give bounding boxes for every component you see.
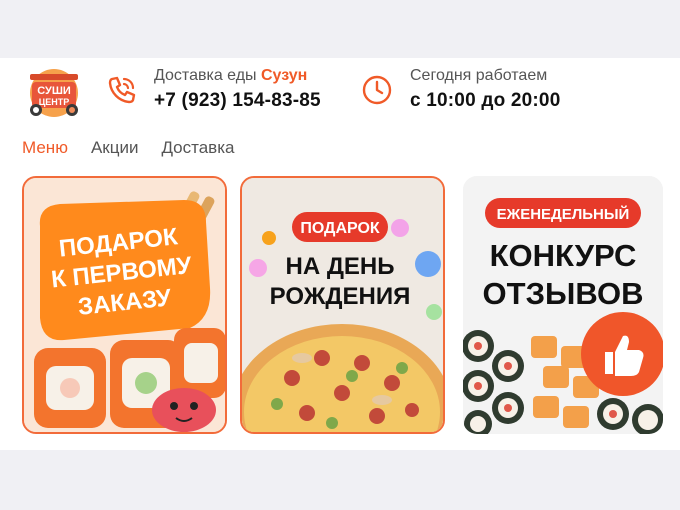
nav-item-delivery[interactable]: Доставка	[161, 138, 234, 158]
promo3-line1: КОНКУРС	[490, 238, 637, 273]
delivery-label: Доставка еды Сузун	[154, 67, 307, 85]
hours-value: с 10:00 до 20:00	[410, 90, 561, 111]
promo2-line1: НА ДЕНЬ	[285, 253, 394, 280]
logo[interactable]: СУШИ ЦЕНТР	[22, 64, 86, 120]
page: СУШИ ЦЕНТР Доставка еды Сузун +7 (923) 1…	[0, 58, 680, 450]
delivery-city[interactable]: Сузун	[261, 67, 307, 84]
promo3-line2: ОТЗЫВОВ	[483, 276, 644, 311]
logo-text-1: СУШИ	[37, 85, 71, 97]
phone-number[interactable]: +7 (923) 154-83-85	[154, 90, 321, 112]
promo2-line2: РОЖДЕНИЯ	[270, 283, 411, 310]
nav-item-promotions[interactable]: Акции	[91, 138, 139, 158]
promo3-badge: ЕЖЕНЕДЕЛЬНЫЙ	[497, 205, 630, 223]
delivery-prefix: Доставка еды	[154, 67, 261, 84]
main-nav: Меню Акции Доставка	[22, 138, 234, 158]
nav-item-menu[interactable]: Меню	[22, 138, 68, 158]
logo-text-2: ЦЕНТР	[39, 97, 70, 107]
clock-icon	[361, 74, 393, 111]
hours-label: Сегодня работаем	[410, 67, 548, 84]
promo2-badge: ПОДАРОК	[300, 220, 380, 237]
promo-card-birthday[interactable]: ПОДАРОК НА ДЕНЬ РОЖДЕНИЯ	[240, 176, 445, 434]
phone-icon	[106, 74, 138, 111]
promo-card-first-order[interactable]: ПОДАРОК К ПЕРВОМУ ЗАКАЗУ	[22, 176, 227, 434]
promo-card-review-contest[interactable]: ЕЖЕНЕДЕЛЬНЫЙ КОНКУРС ОТЗЫВОВ	[463, 176, 663, 434]
